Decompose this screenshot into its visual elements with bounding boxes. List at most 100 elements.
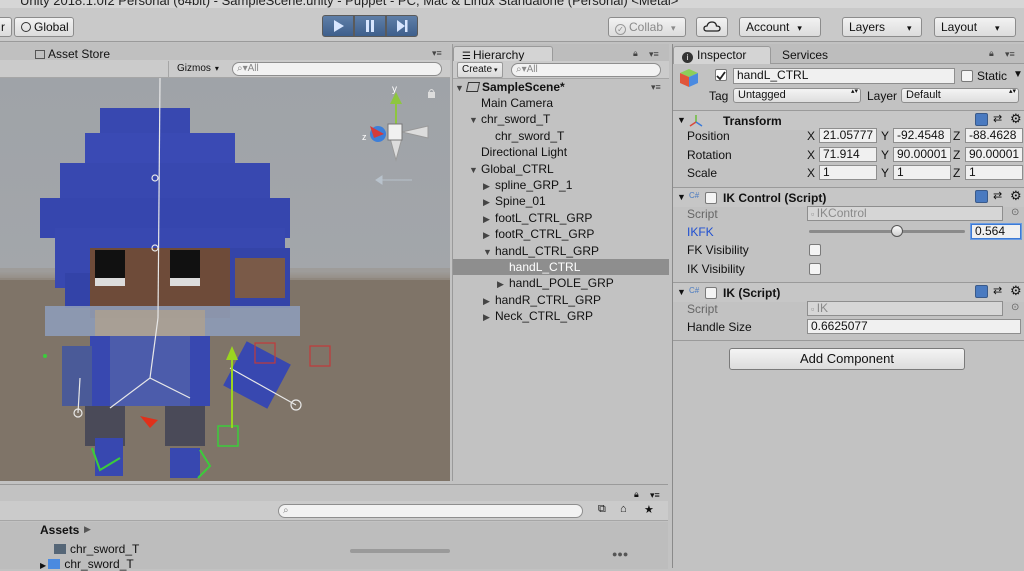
global-toggle-button[interactable]: Global xyxy=(14,17,74,37)
hierarchy-item[interactable]: Main Camera xyxy=(453,95,669,111)
preset-icon[interactable]: ⇄ xyxy=(993,189,1002,202)
layout-dropdown[interactable]: Layout ▾ xyxy=(934,17,1016,37)
filter-type-icon[interactable]: ⧉ xyxy=(598,503,606,516)
rotation-x-field[interactable]: 71.914 xyxy=(819,147,877,162)
chevron-down-icon[interactable]: ▼ xyxy=(677,287,686,297)
chevron-right-icon[interactable]: ▶ xyxy=(483,293,495,309)
ik-control-enabled-checkbox[interactable] xyxy=(705,192,717,204)
scene-canvas[interactable]: y z xyxy=(0,78,450,481)
gear-icon[interactable]: ⚙ xyxy=(1010,111,1022,127)
tab-inspector[interactable]: i Inspector xyxy=(673,46,771,64)
layer-dropdown[interactable]: Default xyxy=(901,88,1019,103)
gizmos-dropdown[interactable]: Gizmos ▾ xyxy=(168,61,219,77)
ik-control-header[interactable]: ▼ C# IK Control (Script) ⇄ ⚙ xyxy=(673,187,1024,207)
account-dropdown[interactable]: Account ▾ xyxy=(739,17,821,37)
help-book-icon[interactable] xyxy=(975,285,988,298)
rotation-y-field[interactable]: 90.00001 xyxy=(893,147,951,162)
ikfk-slider-track[interactable] xyxy=(809,230,965,233)
layers-dropdown[interactable]: Layers ▾ xyxy=(842,17,922,37)
scene-root-item[interactable]: ▼ SampleScene* ▾≡ xyxy=(455,79,671,95)
pivot-toggle-button[interactable]: r xyxy=(0,17,12,37)
panel-menu-icon[interactable]: ▾≡ xyxy=(649,49,659,60)
hierarchy-search-input[interactable]: ⌕▾All xyxy=(511,63,661,77)
active-checkbox[interactable] xyxy=(715,69,727,81)
chevron-down-icon[interactable]: ▼ xyxy=(469,162,481,178)
rotation-y-axis-label[interactable]: Y xyxy=(881,148,889,162)
chevron-down-icon[interactable]: ▼ xyxy=(483,244,495,260)
panel-menu-icon[interactable]: ▾≡ xyxy=(432,48,442,59)
static-dropdown-arrow[interactable]: ▼ xyxy=(1013,69,1023,80)
object-picker-icon[interactable]: ⊙ xyxy=(1011,302,1019,313)
hierarchy-item[interactable]: ▶ footL_CTRL_GRP xyxy=(453,210,669,226)
position-x-field[interactable]: 21.05777 xyxy=(819,128,877,143)
scene-orientation-gizmo[interactable]: y z xyxy=(362,84,429,162)
hierarchy-item-selected[interactable]: handL_CTRL xyxy=(453,259,669,275)
scale-z-field[interactable]: 1 xyxy=(965,165,1023,180)
chevron-right-icon[interactable]: ▶ xyxy=(483,211,495,227)
hierarchy-item[interactable]: Directional Light xyxy=(453,144,669,160)
ik-visibility-checkbox[interactable] xyxy=(809,263,821,275)
add-component-button[interactable]: Add Component xyxy=(729,348,965,370)
hierarchy-item[interactable]: ▶ footR_CTRL_GRP xyxy=(453,226,669,242)
chevron-right-icon[interactable]: ▶ xyxy=(483,194,495,210)
tag-dropdown[interactable]: Untagged xyxy=(733,88,861,103)
tab-services[interactable]: Services xyxy=(773,46,837,64)
ikfk-slider-thumb[interactable] xyxy=(890,225,903,237)
hierarchy-item[interactable]: ▶ Neck_CTRL_GRP xyxy=(453,308,669,324)
static-checkbox[interactable] xyxy=(961,70,973,82)
lock-icon[interactable]: 🔒︎ xyxy=(633,48,638,59)
chevron-down-icon[interactable]: ▼ xyxy=(677,192,686,202)
zoom-dots-icon[interactable]: ●●● xyxy=(612,549,628,559)
ik-script-header[interactable]: ▼ C# IK (Script) ⇄ ⚙ xyxy=(673,282,1024,302)
position-y-axis-label[interactable]: Y xyxy=(881,129,889,143)
hierarchy-item[interactable]: ▼ handL_CTRL_GRP xyxy=(453,243,669,259)
gear-icon[interactable]: ⚙ xyxy=(1010,283,1022,299)
rotation-z-axis-label[interactable]: Z xyxy=(953,148,960,162)
pause-button[interactable] xyxy=(354,15,386,37)
create-dropdown[interactable]: Create ▾ xyxy=(457,62,503,78)
chevron-right-icon[interactable]: ▶ xyxy=(483,178,495,194)
scale-x-axis-label[interactable]: X xyxy=(807,166,815,180)
chevron-right-icon[interactable]: ▶ xyxy=(497,276,509,292)
ikfk-value-field[interactable]: 0.564 xyxy=(971,224,1021,239)
chevron-down-icon[interactable]: ▼ xyxy=(455,80,467,96)
help-book-icon[interactable] xyxy=(975,113,988,126)
hierarchy-item[interactable]: ▶ spline_GRP_1 xyxy=(453,177,669,193)
hierarchy-item[interactable]: ▶ handL_POLE_GRP xyxy=(453,275,669,291)
scene-view[interactable]: y z xyxy=(0,78,450,481)
chevron-down-icon[interactable]: ▼ xyxy=(677,115,686,125)
ik-script-enabled-checkbox[interactable] xyxy=(705,287,717,299)
ik-script-field[interactable]: ▫ IK xyxy=(807,301,1003,316)
transform-header[interactable]: ▼ Transform ⇄ ⚙ xyxy=(673,110,1024,130)
star-icon[interactable]: ★ xyxy=(644,503,654,516)
position-x-axis-label[interactable]: X xyxy=(807,129,815,143)
rotation-z-field[interactable]: 90.00001 xyxy=(965,147,1023,162)
object-name-field[interactable]: handL_CTRL xyxy=(733,68,955,84)
scene-menu-icon[interactable]: ▾≡ xyxy=(651,79,661,95)
lock-icon[interactable] xyxy=(428,89,435,99)
handle-size-field[interactable]: 0.6625077 xyxy=(807,319,1021,334)
scrollbar[interactable] xyxy=(350,549,450,553)
hierarchy-item[interactable]: ▼ Global_CTRL xyxy=(453,161,669,177)
collab-dropdown[interactable]: ✓ Collab ▾ xyxy=(608,17,686,37)
chevron-right-icon[interactable]: ▶ xyxy=(483,227,495,243)
cloud-button[interactable] xyxy=(696,17,728,37)
tag-icon[interactable]: ⌂ xyxy=(620,503,627,515)
chevron-right-icon[interactable]: ▶ xyxy=(40,561,48,570)
hierarchy-item[interactable]: ▶ handR_CTRL_GRP xyxy=(453,292,669,308)
hierarchy-item[interactable]: ▼ chr_sword_T xyxy=(453,111,669,127)
chevron-right-icon[interactable]: ▶ xyxy=(483,309,495,325)
ik-control-script-field[interactable]: ▫ IKControl xyxy=(807,206,1003,221)
hierarchy-item[interactable]: chr_sword_T xyxy=(453,128,669,144)
help-book-icon[interactable] xyxy=(975,190,988,203)
position-z-axis-label[interactable]: Z xyxy=(953,129,960,143)
project-file-item[interactable]: chr_sword_T xyxy=(40,542,139,556)
project-file-item[interactable]: ▶ chr_sword_T xyxy=(40,557,134,571)
position-z-field[interactable]: -88.4628 xyxy=(965,128,1023,143)
preset-icon[interactable]: ⇄ xyxy=(993,112,1002,125)
scale-x-field[interactable]: 1 xyxy=(819,165,877,180)
project-search-input[interactable]: ⌕ xyxy=(278,504,583,518)
object-picker-icon[interactable]: ⊙ xyxy=(1011,207,1019,218)
position-y-field[interactable]: -92.4548 xyxy=(893,128,951,143)
panel-menu-icon[interactable]: ▾≡ xyxy=(650,490,660,501)
